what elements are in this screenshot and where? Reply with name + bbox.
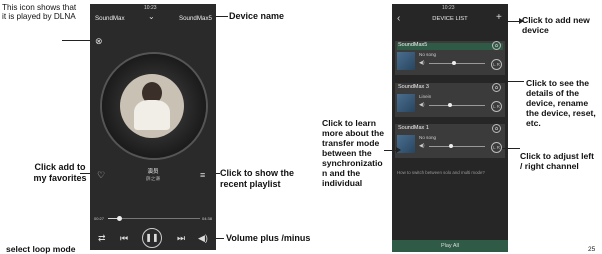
status-time: 10:23: [442, 5, 455, 11]
player-screen: 10:23 SoundMax ⌄ SoundMax5 ⊗ ♡ 演员 薛之谦 ≡ …: [90, 4, 216, 250]
volume-icon: ◀): [419, 143, 425, 149]
album-art: [120, 74, 184, 138]
device-card-2[interactable]: SoundMax 3 ✿ Linein ◀) L R: [395, 83, 505, 117]
time-elapsed: 00:27: [94, 216, 105, 221]
device-song: No song: [419, 52, 437, 57]
loop-icon[interactable]: ⇄: [98, 233, 106, 244]
status-bar: 10:23: [90, 4, 216, 12]
pause-icon[interactable]: ❚❚: [142, 228, 162, 248]
progress-knob[interactable]: [117, 216, 123, 221]
volume-knob[interactable]: [452, 61, 457, 65]
device-list-screen: 10:23 ‹ DEVICE LIST + SoundMax5 ✿ No son…: [392, 4, 508, 252]
transfer-annotation: Click to learn more about the transfer m…: [322, 118, 385, 188]
page-number: 25: [588, 246, 596, 253]
device-name[interactable]: SoundMax5: [179, 15, 212, 22]
progress-bar[interactable]: [108, 216, 200, 221]
device-thumb: [397, 94, 415, 112]
volume-annotation: Volume plus /minus: [226, 233, 311, 243]
lr-channel-icon[interactable]: L R: [491, 59, 502, 70]
volume-knob[interactable]: [448, 103, 453, 107]
next-icon[interactable]: ⏭: [177, 233, 185, 244]
status-time: 10:23: [144, 5, 157, 11]
dlna-icon: ⊗: [95, 36, 103, 46]
volume-icon: ◀): [419, 60, 425, 66]
artist-name: 薛之谦: [145, 177, 161, 182]
device-song: Linein: [419, 94, 432, 99]
volume-icon: ◀): [419, 102, 425, 108]
device-song: No song: [419, 135, 437, 140]
time-total: 04:38: [201, 216, 212, 221]
app-title: SoundMax: [95, 15, 125, 22]
collapse-chevron-icon[interactable]: ⌄: [148, 12, 155, 21]
add-icon[interactable]: +: [496, 12, 502, 23]
volume-knob[interactable]: [449, 144, 454, 148]
device-thumb: [397, 52, 415, 70]
details-annotation: Click to see the details of the device, …: [526, 78, 596, 128]
dlna-annotation: This icon shows that it is played by DLN…: [2, 3, 77, 22]
status-bar: 10:23: [392, 4, 508, 12]
volume-slider[interactable]: [429, 103, 485, 107]
header-title: DEVICE LIST: [432, 16, 468, 22]
mode-help-link[interactable]: How to switch between solo and multi mod…: [397, 170, 505, 175]
prev-icon[interactable]: ⏮: [120, 233, 128, 244]
volume-icon[interactable]: ◀): [198, 233, 208, 244]
device-card-name: SoundMax5: [398, 42, 428, 48]
playlist-annotation: Click to show the recent playlist: [220, 168, 295, 189]
device-name-annotation: Device name: [229, 11, 285, 21]
transfer-arrowhead: [396, 147, 401, 153]
device-card-name: SoundMax 3: [398, 84, 429, 90]
device-card-3[interactable]: SoundMax 1 ✿ No song ◀) L R: [395, 124, 505, 158]
device-card-name: SoundMax 1: [398, 125, 429, 131]
details-arrow: [504, 81, 524, 82]
gear-icon[interactable]: ✿: [492, 124, 501, 133]
song-title: 演员: [147, 169, 159, 175]
lr-channel-icon[interactable]: L R: [491, 142, 502, 153]
lr-channel-icon[interactable]: L R: [491, 101, 502, 112]
loop-annotation: select loop mode: [6, 244, 76, 254]
volume-slider[interactable]: [429, 61, 485, 65]
add-device-arrowhead: [519, 18, 524, 24]
device-card-1[interactable]: SoundMax5 ✿ No song ◀) L R: [395, 41, 505, 75]
playlist-icon[interactable]: ≡: [200, 170, 205, 180]
adjust-arrow: [502, 148, 520, 149]
play-all-button[interactable]: Play All: [392, 240, 508, 252]
volume-slider[interactable]: [429, 144, 485, 148]
gear-icon[interactable]: ✿: [492, 41, 501, 50]
gear-icon[interactable]: ✿: [492, 83, 501, 92]
adjust-annotation: Click to adjust left / right channel: [520, 151, 595, 171]
add-device-annotation: Click to add new device: [522, 15, 590, 35]
